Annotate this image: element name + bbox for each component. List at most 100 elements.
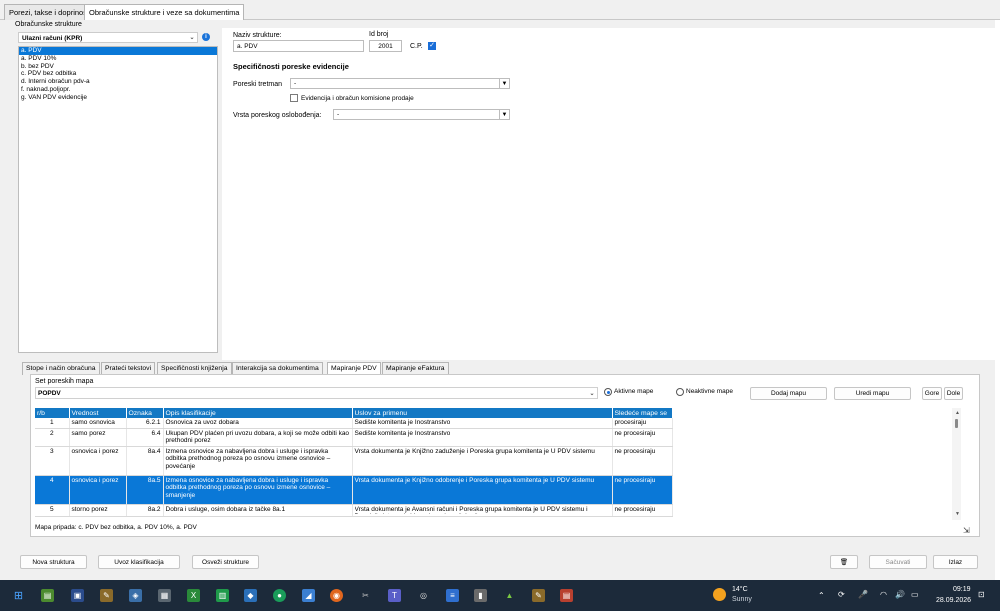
column-header[interactable]: Vrednost <box>69 408 127 418</box>
app-icon[interactable]: ◆ <box>244 589 257 602</box>
document-app-icon[interactable]: ≡ <box>446 589 459 602</box>
name-input[interactable]: a. PDV <box>233 40 364 52</box>
exempt-select[interactable]: - ▼ <box>333 109 510 120</box>
list-item[interactable]: c. PDV bez odbitka <box>19 70 217 78</box>
app-icon[interactable]: ▤ <box>560 589 573 602</box>
group-label: Obračunske strukture <box>15 21 82 28</box>
app-icon[interactable]: ▲ <box>503 589 516 602</box>
cell-opis: Ukupan PDV plaćen pri uvozu dobara, a ko… <box>163 428 353 447</box>
structure-list[interactable]: a. PDV a. PDV 10% b. bez PDV c. PDV bez … <box>18 46 218 353</box>
new-structure-button[interactable]: Nova struktura <box>20 555 87 569</box>
volume-icon[interactable]: 🔊 <box>895 590 905 599</box>
chevron-down-icon: ▼ <box>499 79 509 88</box>
save-app-icon[interactable]: ▣ <box>71 589 84 602</box>
move-up-button[interactable]: Gore <box>922 387 942 400</box>
list-item[interactable]: d. Interni obračun pdv-a <box>19 78 217 86</box>
column-header[interactable]: Opis klasifikacije <box>163 408 353 418</box>
section-title: Specifičnosti poreske evidencije <box>233 62 349 71</box>
table-row[interactable]: 2 samo porez 6.4 Ukupan PDV plaćen pri u… <box>35 428 673 447</box>
teams-icon[interactable]: T <box>388 589 401 602</box>
table-scrollbar[interactable]: ▲ ▼ <box>952 408 961 520</box>
set-select[interactable]: POPDV ⌄ <box>35 387 598 399</box>
microphone-icon[interactable]: 🎤 <box>858 590 868 599</box>
sun-icon[interactable] <box>713 588 726 601</box>
add-map-button[interactable]: Dodaj mapu <box>750 387 827 400</box>
table-row[interactable]: 5 storno porez 8a.2 Dobra i usluge, osim… <box>35 504 673 517</box>
inactive-maps-radio[interactable] <box>676 388 684 396</box>
app-icon[interactable]: ◢ <box>302 589 315 602</box>
app-icon[interactable]: ▤ <box>41 589 54 602</box>
tools-app-icon[interactable]: ✎ <box>100 589 113 602</box>
cell-sledece: procesiraju <box>612 418 673 429</box>
app-icon[interactable]: ▮ <box>474 589 487 602</box>
cell-uslov: Vrsta dokumenta je Knjižno zaduženje i P… <box>352 446 613 476</box>
app-icon[interactable]: ▦ <box>158 589 171 602</box>
delete-button[interactable]: 🗑 <box>830 555 858 569</box>
scroll-up-icon[interactable]: ▲ <box>955 410 960 416</box>
active-maps-radio[interactable] <box>604 388 612 396</box>
cell-uslov: Vrsta dokumenta je Knjižno odobrenje i P… <box>352 475 613 505</box>
app-icon[interactable]: ◈ <box>129 589 142 602</box>
column-header[interactable]: Uslov za primenu <box>352 408 613 418</box>
battery-icon[interactable]: ▭ <box>911 590 919 599</box>
edit-map-button[interactable]: Uredi mapu <box>834 387 911 400</box>
tools-icon[interactable]: ✂ <box>359 589 372 602</box>
list-item[interactable]: g. VAN PDV evidencije <box>19 94 217 102</box>
id-input[interactable]: 2001 <box>369 40 402 52</box>
column-header[interactable]: r/b <box>35 408 70 418</box>
top-tab-bar: Porezi, takse i doprinosi Obračunske str… <box>0 0 1000 20</box>
commission-label: Evidencija i obračun komisione prodaje <box>301 95 414 102</box>
exit-button[interactable]: Izlaz <box>933 555 978 569</box>
cp-checkbox[interactable]: ✓ <box>428 42 436 50</box>
chevron-up-icon[interactable]: ⌃ <box>818 591 825 600</box>
column-header[interactable]: Sledeće mape se <box>612 408 673 418</box>
column-header[interactable]: Oznaka <box>126 408 164 418</box>
tab-obracunske-strukture[interactable]: Obračunske strukture i veze sa dokumenti… <box>84 4 245 20</box>
cell-uslov-text: Vrsta dokumenta je Avansni računi i Pore… <box>354 505 588 514</box>
cell-opis: Izmena osnovice za nabavljena dobra i us… <box>163 475 353 505</box>
taskbar <box>0 580 1000 611</box>
chevron-down-icon: ⌄ <box>587 388 597 398</box>
list-item[interactable]: a. PDV <box>19 47 217 55</box>
clock-date[interactable]: 28.09.2026 <box>936 597 971 604</box>
commission-checkbox[interactable] <box>290 94 298 102</box>
import-classification-button[interactable]: Uvoz klasifikacija <box>98 555 180 569</box>
refresh-structures-button[interactable]: Osveži strukture <box>192 555 259 569</box>
wifi-icon[interactable]: ◠ <box>880 590 887 599</box>
firefox-icon[interactable]: ◉ <box>330 589 343 602</box>
list-item[interactable]: f. naknad.poljopr. <box>19 86 217 94</box>
table-row[interactable]: 1 samo osnovica 6.2.1 Osnovica za uvoz d… <box>35 418 673 429</box>
app-icon[interactable]: ▥ <box>216 589 229 602</box>
app-icon[interactable]: ✎ <box>532 589 545 602</box>
notification-icon[interactable]: ⊡ <box>978 590 985 599</box>
scroll-down-icon[interactable]: ▼ <box>955 511 960 517</box>
chevron-down-icon: ⌄ <box>187 33 197 42</box>
info-icon[interactable]: i <box>202 33 210 41</box>
app-icon[interactable]: ◎ <box>417 589 430 602</box>
cell-opis: Izmena osnovice za nabavljena dobra i us… <box>163 446 353 476</box>
save-button[interactable]: Sačuvati <box>869 555 927 569</box>
table-row[interactable]: 3 osnovica i porez 8a.4 Izmena osnovice … <box>35 446 673 476</box>
resize-grip-icon[interactable]: ⇲ <box>963 526 970 535</box>
list-item[interactable]: b. bez PDV <box>19 63 217 71</box>
tab-porezi[interactable]: Porezi, takse i doprinosi <box>4 4 94 20</box>
chat-app-icon[interactable]: ● <box>273 589 286 602</box>
excel-app-icon[interactable]: X <box>187 589 200 602</box>
cell-oznaka: 6.2.1 <box>126 418 164 429</box>
list-item[interactable]: a. PDV 10% <box>19 55 217 63</box>
clock-time[interactable]: 09:19 <box>953 586 971 593</box>
status-text: Mapa pripada: c. PDV bez odbitka, a. PDV… <box>35 524 197 531</box>
sync-icon[interactable]: ⟳ <box>838 590 845 599</box>
cell-vrednost: storno porez <box>69 504 127 517</box>
tax-value: - <box>294 80 297 87</box>
cell-rb: 3 <box>35 446 70 476</box>
table-row[interactable]: 4 osnovica i porez 8a.5 Izmena osnovice … <box>35 475 673 505</box>
cp-label: C.P. <box>410 43 423 50</box>
weather-temp: 14°C <box>732 586 748 593</box>
tax-select[interactable]: - ▼ <box>290 78 510 89</box>
cell-sledece: ne procesiraju <box>612 446 673 476</box>
move-down-button[interactable]: Dole <box>944 387 963 400</box>
structure-type-select[interactable]: Ulazni računi (KPR) ⌄ <box>18 32 198 43</box>
windows-start-icon[interactable]: ⊞ <box>12 589 25 602</box>
scroll-thumb[interactable] <box>955 419 958 428</box>
